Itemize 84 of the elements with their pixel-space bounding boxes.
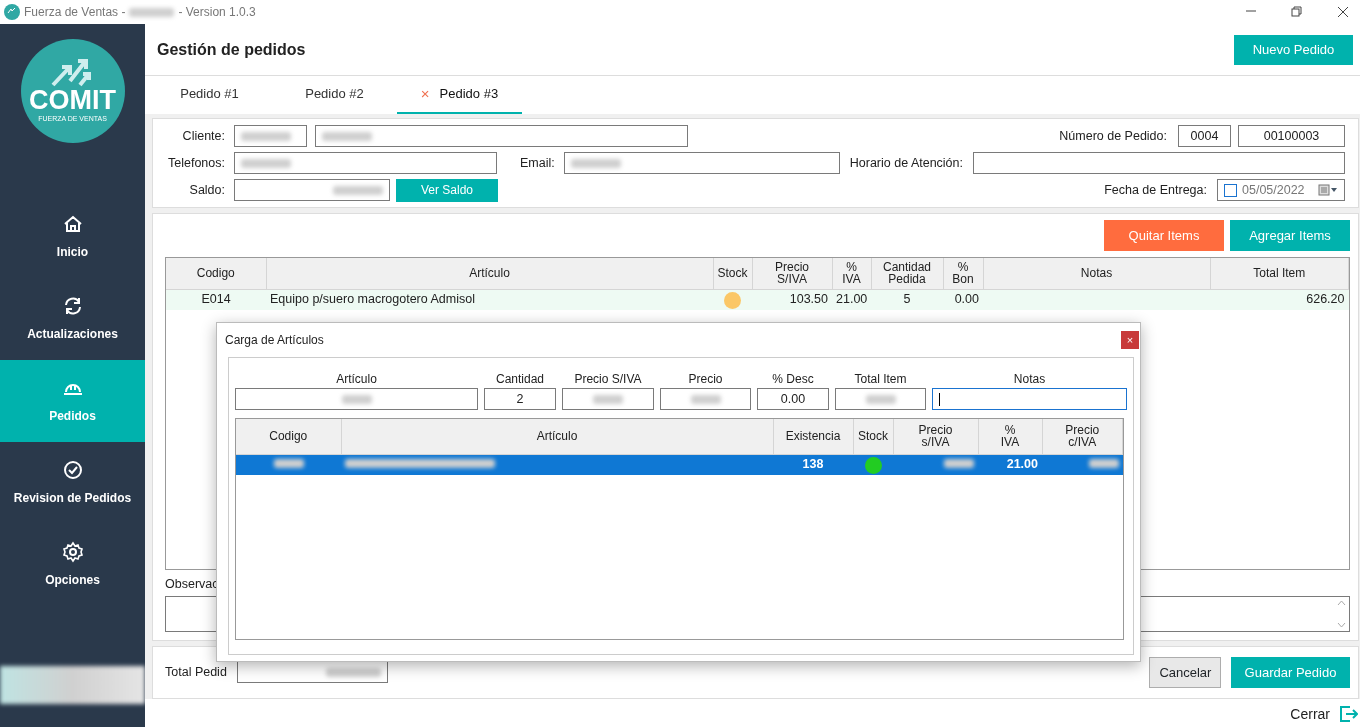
- table-cell: 103.50: [789, 292, 828, 307]
- tab[interactable]: Pedido #2: [272, 76, 397, 114]
- input-field[interactable]: [660, 388, 751, 410]
- input-field[interactable]: [835, 388, 926, 410]
- sidebar-item[interactable]: Opciones: [0, 524, 145, 606]
- date-value: 05/05/2022: [1242, 181, 1305, 199]
- dialog-title: Carga de Artículos: [225, 332, 324, 349]
- column-header[interactable]: Artículo: [266, 258, 713, 289]
- page-title: Gestión de pedidos: [157, 39, 306, 60]
- table-cell: 21.00: [836, 292, 868, 307]
- table-cell: 21.00: [1006, 457, 1038, 472]
- table-cell: 626.20: [1306, 292, 1345, 307]
- column-header[interactable]: Cantidad Pedida: [871, 258, 943, 289]
- logo-text: COMIT: [29, 87, 116, 115]
- app-logo-icon: [4, 4, 20, 20]
- field-label: Notas: [1012, 371, 1047, 388]
- field-label: Número de Pedido:: [1059, 127, 1167, 145]
- table-cell: 138: [802, 457, 824, 472]
- field-label: Fecha de Entrega:: [1104, 181, 1207, 199]
- window-version: - Version 1.0.3: [178, 4, 256, 21]
- sidebar-item[interactable]: Inicio: [0, 196, 145, 278]
- column-header[interactable]: % Bon: [943, 258, 983, 289]
- field-label: Email:: [520, 154, 555, 172]
- input-field[interactable]: [235, 388, 478, 410]
- column-header[interactable]: Codigo: [166, 258, 266, 289]
- tab[interactable]: Pedido #1: [147, 76, 272, 114]
- field-label: Horario de Atención:: [849, 154, 963, 172]
- field-label: Artículo: [335, 371, 378, 388]
- column-header[interactable]: Codigo: [236, 419, 341, 454]
- column-header[interactable]: Stock: [853, 419, 893, 454]
- settings-icon: [61, 541, 84, 563]
- column-header[interactable]: % IVA: [978, 419, 1042, 454]
- close-icon[interactable]: [1336, 5, 1350, 19]
- column-header[interactable]: Precio c/IVA: [1042, 419, 1123, 454]
- input-field[interactable]: [234, 125, 307, 147]
- scroll-up-icon: [1336, 599, 1346, 606]
- input-field[interactable]: 2: [484, 388, 556, 410]
- input-field[interactable]: 00100003: [1238, 125, 1345, 147]
- table-cell: 0.00: [954, 292, 979, 307]
- column-header[interactable]: Precio S/IVA: [752, 258, 832, 289]
- input-field[interactable]: [234, 179, 390, 201]
- date-picker[interactable]: 05/05/2022: [1217, 179, 1345, 201]
- scroll-down-icon: [1336, 621, 1346, 628]
- input-field[interactable]: 0.00: [757, 388, 829, 410]
- field-label: Observac: [165, 576, 220, 593]
- cancel-button[interactable]: Cancelar: [1149, 656, 1221, 688]
- field-label: Precio: [687, 371, 724, 388]
- table-row[interactable]: 138 21.00: [236, 454, 1123, 475]
- close-link[interactable]: Cerrar: [1290, 703, 1330, 725]
- input-field[interactable]: [562, 388, 654, 410]
- column-header[interactable]: Stock: [713, 258, 752, 289]
- input-field[interactable]: 0004: [1178, 125, 1231, 147]
- close-button[interactable]: ×: [1121, 331, 1139, 349]
- checkbox[interactable]: [1224, 183, 1237, 197]
- field-label: Telefonos:: [167, 154, 225, 172]
- input-field[interactable]: [932, 388, 1127, 410]
- table-cell: Equipo p/suero macrogotero Admisol: [270, 292, 475, 307]
- column-header[interactable]: Notas: [983, 258, 1210, 289]
- check-circle-icon: [61, 459, 84, 481]
- input-field[interactable]: [563, 152, 840, 174]
- table-cell: 5: [903, 292, 911, 307]
- column-header[interactable]: % IVA: [832, 258, 871, 289]
- input-field[interactable]: [234, 152, 497, 174]
- column-header[interactable]: Precio s/IVA: [893, 419, 978, 454]
- column-header[interactable]: Existencia: [773, 419, 853, 454]
- window-title: Fuerza de Ventas -: [24, 4, 126, 21]
- total-label: Total Pedid: [165, 663, 227, 681]
- field-label: Cantidad: [494, 371, 545, 388]
- column-header[interactable]: Artículo: [341, 419, 773, 454]
- calendar-dropdown-icon[interactable]: [1318, 184, 1338, 196]
- table-cell: E014: [201, 292, 231, 307]
- input-field[interactable]: [315, 125, 688, 147]
- field-label: Saldo:: [188, 181, 225, 199]
- field-label: Precio S/IVA: [573, 371, 643, 388]
- column-header[interactable]: Total Item: [1210, 258, 1349, 289]
- sidebar-item[interactable]: Revision de Pedidos: [0, 442, 145, 524]
- sidebar-item[interactable]: Actualizaciones: [0, 278, 145, 360]
- restore-icon[interactable]: [1290, 5, 1304, 19]
- text-cursor: [939, 392, 940, 406]
- input-field[interactable]: [973, 152, 1345, 174]
- field-label: Total Item: [853, 371, 908, 388]
- field-label: % Desc: [771, 371, 815, 388]
- field-label: Cliente:: [181, 127, 225, 145]
- exit-icon[interactable]: [1338, 704, 1358, 725]
